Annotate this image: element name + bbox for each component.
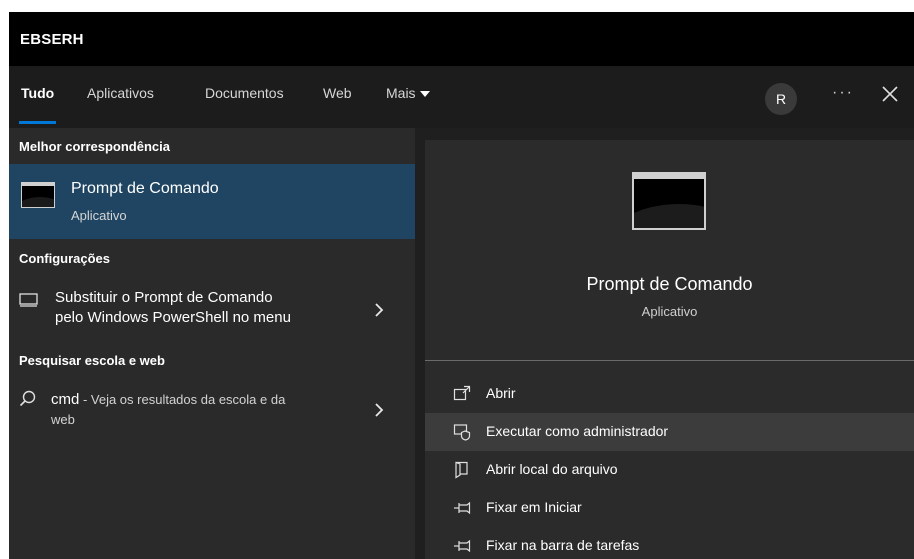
open-window-icon (453, 385, 471, 401)
settings-item[interactable]: Substituir o Prompt de Comando pelo Wind… (9, 288, 415, 336)
best-match-header: Melhor correspondência (19, 139, 170, 154)
settings-item-line1: Substituir o Prompt de Comando (55, 289, 273, 306)
web-search-item[interactable]: cmd - Veja os resultados da escola e da … (9, 390, 415, 438)
action-fixar-barra[interactable]: Fixar na barra de tarefas (425, 527, 914, 559)
admin-shield-icon (453, 424, 471, 441)
tab-web[interactable]: Web (323, 85, 352, 123)
action-label: Executar como administrador (486, 423, 669, 439)
user-avatar[interactable]: R (765, 83, 797, 115)
tab-documentos[interactable]: Documentos (205, 85, 284, 123)
action-abrir[interactable]: Abrir (425, 375, 914, 413)
command-prompt-icon (21, 182, 55, 208)
best-match-item[interactable]: Prompt de Comando Aplicativo (9, 164, 415, 239)
tab-mais[interactable]: Mais (386, 85, 430, 123)
title-bar: EBSERH (9, 12, 914, 66)
web-search-header: Pesquisar escola e web (19, 353, 165, 368)
pin-icon (454, 539, 471, 553)
preview-divider (425, 360, 914, 361)
tab-label: Mais (386, 85, 416, 101)
action-executar-administrador[interactable]: Executar como administrador (425, 413, 914, 451)
preview-panel: Prompt de Comando Aplicativo Abrir Execu… (425, 140, 914, 559)
web-search-suffix: - Veja os resultados da escola e da (79, 392, 286, 407)
command-prompt-large-icon (632, 172, 706, 230)
file-location-icon (455, 461, 468, 479)
settings-item-text: Substituir o Prompt de Comando pelo Wind… (55, 288, 355, 328)
close-icon (882, 86, 898, 102)
caret-down-icon (419, 91, 430, 98)
web-search-text: cmd - Veja os resultados da escola e da … (51, 390, 351, 430)
close-button[interactable] (880, 84, 900, 104)
search-tabs: Tudo Aplicativos Documentos Web Mais R ·… (9, 66, 914, 128)
tab-label: Tudo (21, 85, 55, 101)
monitor-icon (19, 293, 38, 307)
tab-label: Web (323, 85, 352, 101)
tab-tudo[interactable]: Tudo (18, 85, 57, 124)
settings-header: Configurações (19, 251, 111, 266)
pin-icon (454, 501, 471, 515)
action-label: Fixar em Iniciar (486, 499, 582, 515)
results-panel: Melhor correspondência Prompt de Comando… (9, 128, 415, 559)
action-label: Fixar na barra de tarefas (486, 537, 640, 553)
organization-name: EBSERH (20, 31, 84, 48)
web-search-suffix2: web (51, 412, 75, 427)
tab-label: Documentos (205, 85, 284, 101)
tab-aplicativos[interactable]: Aplicativos (87, 85, 154, 123)
web-search-query: cmd (51, 391, 80, 408)
action-fixar-iniciar[interactable]: Fixar em Iniciar (425, 489, 914, 527)
tab-label: Aplicativos (87, 85, 154, 101)
action-label: Abrir local do arquivo (486, 461, 618, 477)
best-match-title: Prompt de Comando (71, 180, 219, 197)
preview-title: Prompt de Comando (586, 274, 753, 294)
action-abrir-local[interactable]: Abrir local do arquivo (425, 451, 914, 489)
best-match-subtitle: Aplicativo (71, 208, 127, 223)
more-options-button[interactable]: ··· (832, 84, 854, 102)
search-window: EBSERH Tudo Aplicativos Documentos Web M… (9, 12, 914, 559)
chevron-right-icon (375, 303, 384, 317)
preview-subtitle: Aplicativo (641, 304, 698, 319)
chevron-right-icon (375, 403, 384, 417)
settings-item-line2: pelo Windows PowerShell no menu (55, 309, 291, 326)
search-icon (19, 390, 36, 407)
action-label: Abrir (486, 385, 516, 401)
